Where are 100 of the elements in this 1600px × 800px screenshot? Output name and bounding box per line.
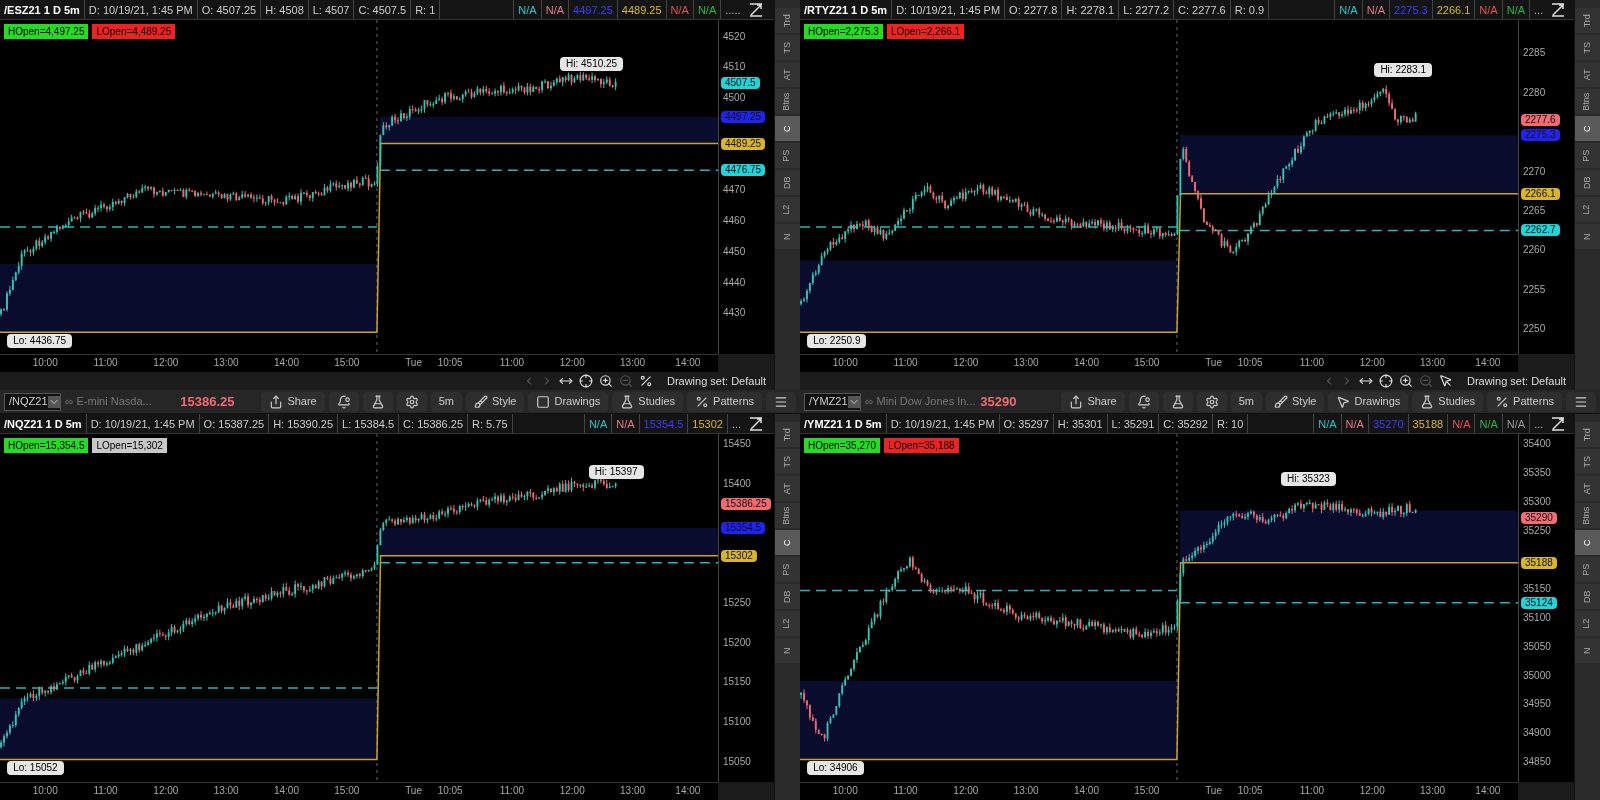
toolbar-button[interactable] [1162,391,1193,412]
side-tab[interactable]: N [1575,638,1600,663]
toolbar-button[interactable]: Style [1266,391,1325,412]
time-tick: 10:00 [832,357,858,369]
toolbar-button[interactable]: Patterns [687,391,762,412]
toolbar-button[interactable] [1566,391,1596,412]
side-tab[interactable]: Btns [775,503,800,528]
side-tab[interactable]: DB [1575,170,1600,195]
study-value: N/A [1502,414,1531,433]
alert-icon [1136,394,1151,409]
toolbar-button[interactable]: Drawings [528,391,609,412]
side-tab[interactable]: DB [1575,584,1600,609]
chart-mode-icon[interactable] [749,416,764,431]
crosshair-icon[interactable] [578,374,593,388]
drawing-set-label[interactable]: Drawing set: Default [1466,372,1566,390]
toolbar-button[interactable]: Share [1061,391,1125,412]
toolbar-button[interactable]: Studies [612,391,684,412]
side-tab[interactable]: AT [775,62,800,87]
time-tick: 15:00 [334,785,360,797]
price-badge: 2266.1 [1521,187,1560,200]
open-price-label: HOpen=35,270 [804,438,881,453]
zoom-in-icon[interactable] [1398,374,1413,388]
study-value: N/A [1475,0,1503,19]
toolbar-button[interactable]: Patterns [1487,391,1562,412]
price-badge: 15302 [721,549,757,562]
symbol-field[interactable]: /YMZ21 [804,392,861,411]
side-tab[interactable]: PS [775,143,800,168]
side-tab[interactable]: PS [1575,143,1600,168]
toolbar-button[interactable] [328,391,359,412]
chart-mode-icon[interactable] [1551,416,1566,431]
quote-field: C: 35292 [1159,414,1213,433]
open-price-label: HOpen=4,497.25 [4,24,89,39]
time-tick: 12:00 [953,357,979,369]
price-tick: 2250 [1523,323,1546,336]
study-value: N/A [1314,414,1342,433]
side-tab[interactable]: N [775,638,800,663]
chart-mode-icon[interactable] [1551,2,1566,17]
side-tab[interactable]: TS [775,35,800,60]
side-tab[interactable]: N [1575,224,1600,249]
side-tab[interactable]: C [1575,530,1600,555]
time-tick: 15:00 [334,357,360,369]
side-tab[interactable]: Trd [1575,422,1600,447]
side-tab[interactable]: Btns [1575,503,1600,528]
price-tick: 15050 [723,755,751,768]
toolbar-button[interactable] [1128,391,1159,412]
toolbar-button[interactable] [1196,391,1227,412]
toolbar-button[interactable]: Drawings [1328,391,1409,412]
price-tick: 15450 [723,438,751,451]
side-tab[interactable]: PS [1575,557,1600,582]
drawing-set-label[interactable]: Drawing set: Default [666,372,766,390]
toolbar-button[interactable]: Studies [1412,391,1484,412]
side-tab[interactable]: TS [1575,35,1600,60]
price-badge: 35124 [1521,596,1557,609]
low-callout: Lo: 34906 [807,761,864,776]
time-tick: 12:00 [559,357,585,369]
chart-mode-icon[interactable] [748,2,763,17]
toolbar-button[interactable]: 5m [430,391,462,412]
quote-field: H: 4508 [261,0,309,19]
side-tab[interactable]: C [775,116,800,141]
price-badge: 4507.5 [721,77,760,90]
side-tab[interactable]: AT [1575,62,1600,87]
side-tab[interactable]: Trd [1575,8,1600,33]
toolbar-button[interactable] [396,391,427,412]
toolbar-button[interactable]: Share [261,391,325,412]
percent-icon[interactable] [638,374,653,388]
side-tab[interactable]: DB [775,584,800,609]
side-tab[interactable]: C [1575,116,1600,141]
share-icon [1069,394,1084,409]
toolbar-button[interactable] [766,391,796,412]
side-tab[interactable]: Trd [775,8,800,33]
side-tab[interactable]: L2 [775,611,800,636]
pointer-icon[interactable] [1438,374,1453,388]
side-tab[interactable]: AT [1575,476,1600,501]
side-tab[interactable]: PS [775,557,800,582]
chart-title: /RTYZ21 1 D 5m [800,0,893,19]
side-tab[interactable]: Btns [1575,89,1600,114]
crosshair-icon[interactable] [1378,374,1393,388]
zoom-in-icon[interactable] [598,374,613,388]
time-tick: 15:00 [1134,357,1160,369]
time-tick: Tue [1205,785,1222,797]
side-tab[interactable]: L2 [1575,611,1600,636]
side-tab[interactable]: L2 [775,197,800,222]
side-tab[interactable]: N [775,224,800,249]
side-tab[interactable]: L2 [1575,197,1600,222]
toolbar-button[interactable] [362,391,393,412]
time-tick: 12:00 [1359,357,1385,369]
toolbar-button[interactable]: 5m [1230,391,1262,412]
quote-field: R: 10 [1213,414,1249,433]
side-tab[interactable]: TS [775,449,800,474]
quote-field: H: 15390.25 [269,414,339,433]
side-tab[interactable]: DB [775,170,800,195]
side-tab[interactable]: Trd [775,422,800,447]
side-tab[interactable]: TS [1575,449,1600,474]
quote-field: R: 1 [411,0,441,19]
open-price-label: HOpen=15,354.5 [4,438,89,453]
side-tab[interactable]: AT [775,476,800,501]
side-tab[interactable]: C [775,530,800,555]
toolbar-button[interactable]: Style [466,391,525,412]
side-tab[interactable]: Btns [775,89,800,114]
symbol-field[interactable]: /NQZ21 [4,392,61,411]
